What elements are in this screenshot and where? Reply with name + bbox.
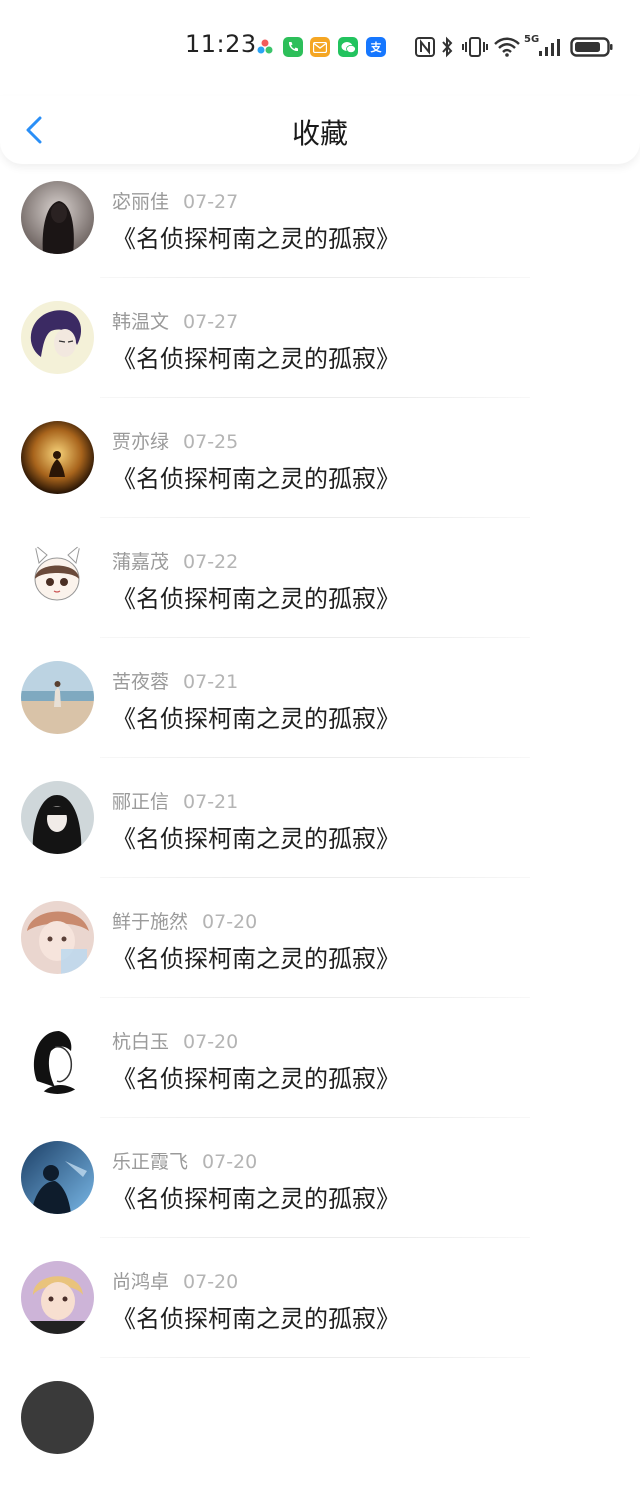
avatar [21,1021,94,1094]
status-time: 11:23 [185,30,257,58]
user-name: 尚鸿卓 [112,1271,170,1293]
top-bar: 收藏 [0,96,640,164]
item-date: 07-20 [183,1031,239,1053]
avatar [21,1261,94,1334]
item-date: 07-20 [183,1271,239,1293]
favorite-item[interactable]: 郦正信 07-21 《名侦探柯南之灵的孤寂》 [0,780,640,900]
item-title: 《名侦探柯南之灵的孤寂》 [112,345,400,373]
item-date: 07-22 [183,551,239,573]
item-title: 《名侦探柯南之灵的孤寂》 [112,1065,400,1093]
phone-app-icon [283,37,303,57]
item-title: 《名侦探柯南之灵的孤寂》 [112,705,400,733]
user-name: 苦夜蓉 [112,671,170,693]
item-meta: 韩温文 07-27 [112,307,238,334]
item-title: 《名侦探柯南之灵的孤寂》 [112,945,400,973]
bluetooth-icon [442,36,453,58]
status-bar: 11:23 支 5G [0,0,640,96]
favorite-item-partial[interactable] [0,1380,640,1500]
avatar [21,181,94,254]
user-name: 贾亦绿 [112,431,170,453]
item-date: 07-27 [183,311,239,333]
user-name: 杭白玉 [112,1031,170,1053]
item-title: 《名侦探柯南之灵的孤寂》 [112,1185,400,1213]
favorite-item[interactable]: 苦夜蓉 07-21 《名侦探柯南之灵的孤寂》 [0,660,640,780]
user-name: 乐正霞飞 [112,1151,189,1173]
item-title: 《名侦探柯南之灵的孤寂》 [112,225,400,253]
avatar [21,661,94,734]
favorite-item[interactable]: 尚鸿卓 07-20 《名侦探柯南之灵的孤寂》 [0,1260,640,1380]
divider [100,277,530,278]
page-title: 收藏 [291,117,348,150]
item-meta: 蒲嘉茂 07-22 [112,547,238,574]
favorite-item[interactable]: 韩温文 07-27 《名侦探柯南之灵的孤寂》 [0,300,640,420]
divider [100,877,530,878]
item-date: 07-27 [183,191,239,213]
divider [100,517,530,518]
item-meta: 苦夜蓉 07-21 [112,667,238,694]
favorite-item[interactable]: 乐正霞飞 07-20 《名侦探柯南之灵的孤寂》 [0,1140,640,1260]
item-date: 07-20 [202,911,258,933]
favorite-item[interactable]: 鲜于施然 07-20 《名侦探柯南之灵的孤寂》 [0,900,640,1020]
wechat-app-icon [338,37,358,57]
divider [100,1117,530,1118]
mail-app-icon [310,37,330,57]
favorite-item[interactable]: 贾亦绿 07-25 《名侦探柯南之灵的孤寂》 [0,420,640,540]
battery-icon [570,37,613,57]
divider [100,997,530,998]
avatar [21,301,94,374]
item-title: 《名侦探柯南之灵的孤寂》 [112,1305,400,1333]
nfc-icon [415,37,435,57]
item-date: 07-20 [202,1151,258,1173]
favorite-item[interactable]: 宓丽佳 07-27 《名侦探柯南之灵的孤寂》 [0,180,640,300]
user-name: 蒲嘉茂 [112,551,170,573]
avatar [21,1141,94,1214]
item-meta: 乐正霞飞 07-20 [112,1147,257,1174]
item-date: 07-21 [183,791,239,813]
user-name: 韩温文 [112,311,170,333]
wifi-icon [494,37,520,57]
network-type-label: 5G [524,34,540,45]
signal-icon [539,39,560,56]
vibrate-icon [462,37,488,57]
item-title: 《名侦探柯南之灵的孤寂》 [112,465,400,493]
alipay-app-icon: 支 [366,37,386,57]
divider [100,1357,530,1358]
app-multicolor-icon [255,37,275,57]
divider [100,397,530,398]
item-meta: 鲜于施然 07-20 [112,907,257,934]
favorites-list: 宓丽佳 07-27 《名侦探柯南之灵的孤寂》 韩温文 07-27 《名侦探柯南之灵的… [0,180,640,1500]
alipay-glyph: 支 [370,41,382,54]
favorite-item[interactable]: 杭白玉 07-20 《名侦探柯南之灵的孤寂》 [0,1020,640,1140]
divider [100,757,530,758]
item-title: 《名侦探柯南之灵的孤寂》 [112,825,400,853]
item-meta: 尚鸿卓 07-20 [112,1267,238,1294]
user-name: 郦正信 [112,791,170,813]
item-meta: 宓丽佳 07-27 [112,187,238,214]
avatar [21,541,94,614]
user-name: 鲜于施然 [112,911,189,933]
avatar [21,901,94,974]
favorite-item[interactable]: 蒲嘉茂 07-22 《名侦探柯南之灵的孤寂》 [0,540,640,660]
user-name: 宓丽佳 [112,191,170,213]
item-date: 07-25 [183,431,239,453]
avatar [21,781,94,854]
divider [100,637,530,638]
item-meta: 贾亦绿 07-25 [112,427,238,454]
avatar [21,421,94,494]
item-title: 《名侦探柯南之灵的孤寂》 [112,585,400,613]
divider [100,1237,530,1238]
item-meta: 郦正信 07-21 [112,787,238,814]
item-meta: 杭白玉 07-20 [112,1027,238,1054]
avatar [21,1381,94,1454]
item-date: 07-21 [183,671,239,693]
